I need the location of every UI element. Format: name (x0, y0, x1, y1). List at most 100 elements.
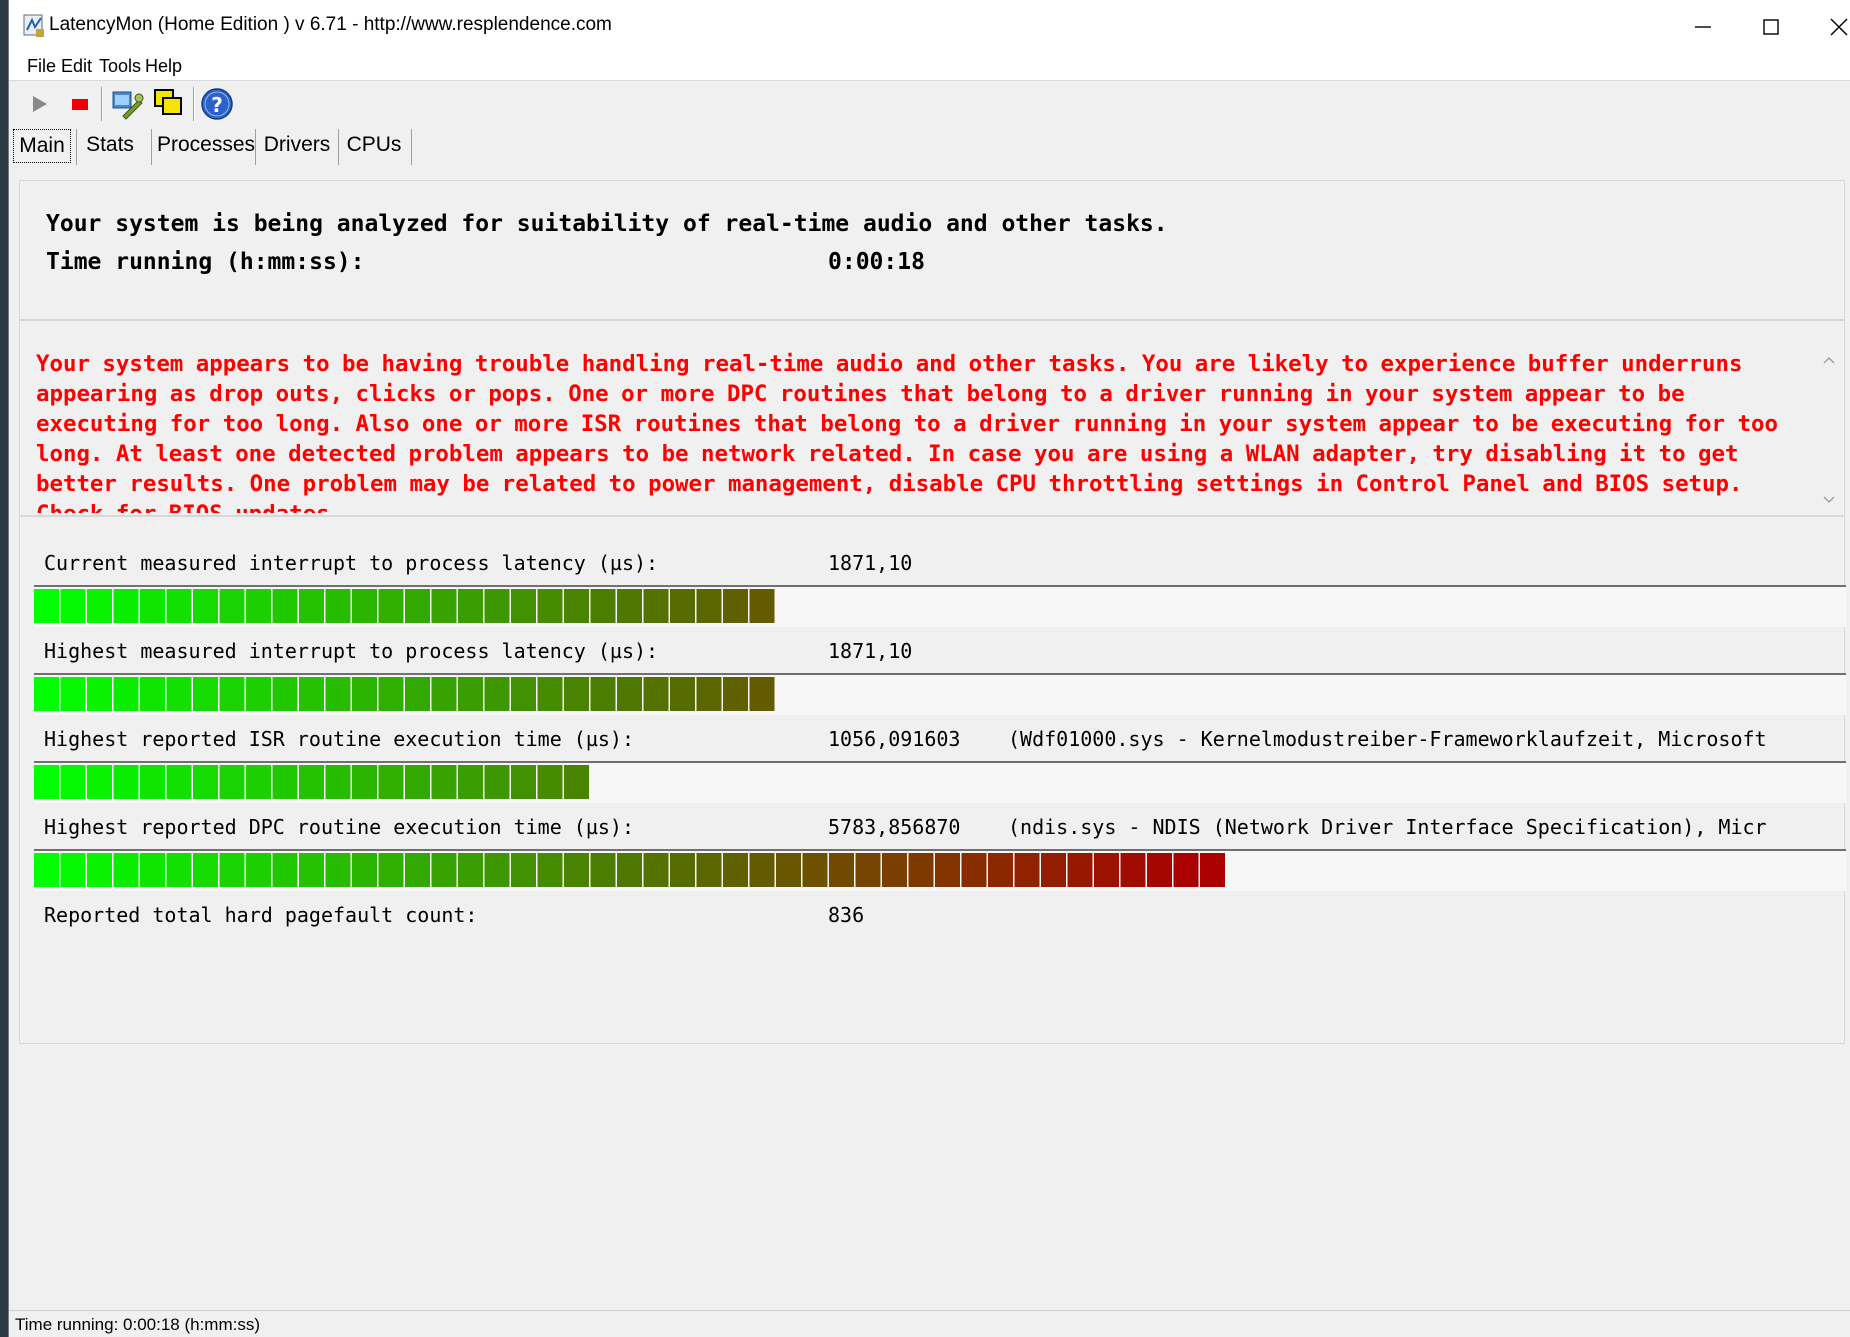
meter-segment (723, 677, 748, 711)
meter-segment (564, 853, 589, 887)
meter-segment (405, 853, 430, 887)
meter-segment (34, 589, 59, 623)
time-running-value: 0:00:18 (828, 249, 925, 275)
time-running-label: Time running (h:mm:ss): (46, 249, 365, 275)
pagefault-value: 836 (828, 903, 865, 927)
meter-segment (219, 589, 245, 623)
meter-segment (272, 765, 298, 799)
meter-svg (34, 589, 775, 623)
meter-segment (34, 853, 59, 887)
meter-segment (352, 677, 377, 711)
tab-processes[interactable]: Processes (157, 127, 255, 163)
analysis-status-text: Your system is being analyzed for suitab… (46, 211, 1168, 237)
windows-view-button[interactable] (151, 86, 187, 122)
meter-segment (484, 589, 510, 623)
metric-value: 1871,10 (828, 639, 913, 663)
help-icon: ? (201, 88, 233, 120)
meter-segment (87, 677, 112, 711)
meter-segment (166, 677, 192, 711)
meter-segment (405, 677, 430, 711)
conclusion-panel[interactable]: Your system appears to be having trouble… (19, 320, 1845, 516)
meter-segment (193, 853, 218, 887)
meter-segment (1014, 853, 1040, 887)
tab-separator (76, 129, 77, 165)
meter-segment (193, 677, 218, 711)
meter-segment (272, 677, 298, 711)
meter-segment (458, 765, 483, 799)
tab-stats[interactable]: Stats (81, 127, 139, 163)
meter-segment (908, 853, 934, 887)
meter-segment (935, 853, 960, 887)
tab-separator (255, 129, 256, 165)
menu-edit[interactable]: Edit (61, 56, 92, 77)
tab-main[interactable]: Main (13, 129, 71, 163)
scroll-down-icon[interactable] (1822, 495, 1836, 505)
tab-bar: Main Stats Processes Drivers CPUs (9, 125, 1850, 165)
conclusion-warning-text: Your system appears to be having trouble… (36, 351, 1778, 513)
meter-segment (696, 589, 722, 623)
meter-segment (352, 589, 377, 623)
scroll-up-icon[interactable] (1822, 355, 1836, 365)
meter-segment (511, 677, 536, 711)
menu-file[interactable]: File (27, 56, 56, 77)
meter-segment (458, 589, 483, 623)
meter-segment (670, 677, 695, 711)
menu-tools[interactable]: Tools (99, 56, 141, 77)
meter-segment (87, 765, 112, 799)
meter-segment (1173, 853, 1199, 887)
toolbar: ? (9, 81, 1850, 127)
dpc-meter (34, 849, 1846, 891)
tab-cpus[interactable]: CPUs (343, 127, 405, 163)
metric-driver-info: (ndis.sys - NDIS (Network Driver Interfa… (1008, 815, 1767, 839)
meter-segment (537, 589, 563, 623)
meter-segment (246, 677, 271, 711)
meter-segment (113, 677, 139, 711)
meter-segment (643, 677, 669, 711)
meter-segment (564, 589, 589, 623)
metric-value: 1056,091603 (828, 727, 961, 751)
status-bar: Time running: 0:00:18 (h:mm:ss) (9, 1310, 1850, 1337)
meter-segment (34, 765, 59, 799)
meter-segment (60, 589, 86, 623)
meter-segment (87, 589, 112, 623)
meter-segment (272, 589, 298, 623)
menu-help[interactable]: Help (145, 56, 182, 77)
meter-segment (431, 853, 457, 887)
meter-segment (431, 677, 457, 711)
metric-label: Highest reported DPC routine execution t… (44, 815, 635, 839)
stop-monitoring-button[interactable] (61, 86, 97, 122)
latencymon-app-icon (23, 14, 45, 38)
meter-segment (564, 677, 589, 711)
meter-segment (219, 765, 245, 799)
meter-segment (378, 677, 404, 711)
maximize-button[interactable] (1737, 0, 1805, 54)
start-monitoring-button[interactable] (21, 86, 57, 122)
wrench-icon (112, 91, 144, 120)
stop-icon (72, 99, 88, 110)
meter-segment (325, 677, 351, 711)
close-button[interactable] (1805, 0, 1850, 54)
meter-segment (617, 589, 642, 623)
app-window: LatencyMon (Home Edition ) v 6.71 - http… (8, 0, 1850, 1337)
isr-meter (34, 761, 1846, 803)
status-bar-text: Time running: 0:00:18 (h:mm:ss) (15, 1315, 261, 1334)
tab-drivers[interactable]: Drivers (261, 127, 333, 163)
meter-segment (1067, 853, 1093, 887)
meter-segment (749, 677, 775, 711)
meter-segment (219, 677, 245, 711)
meter-segment (60, 853, 86, 887)
meter-segment (1094, 853, 1119, 887)
help-button[interactable]: ? (199, 86, 235, 122)
options-button[interactable] (109, 86, 145, 122)
svg-text:?: ? (211, 93, 223, 117)
meter-segment (670, 589, 695, 623)
measurements-panel: Current measured interrupt to process la… (19, 516, 1846, 1044)
meter-segment (511, 765, 536, 799)
meter-segment (325, 589, 351, 623)
meter-segment (60, 765, 86, 799)
latency-meter-current (34, 585, 1846, 627)
title-bar[interactable]: LatencyMon (Home Edition ) v 6.71 - http… (9, 0, 1850, 54)
meter-segment (643, 853, 669, 887)
meter-segment (246, 589, 271, 623)
minimize-button[interactable] (1669, 0, 1737, 54)
